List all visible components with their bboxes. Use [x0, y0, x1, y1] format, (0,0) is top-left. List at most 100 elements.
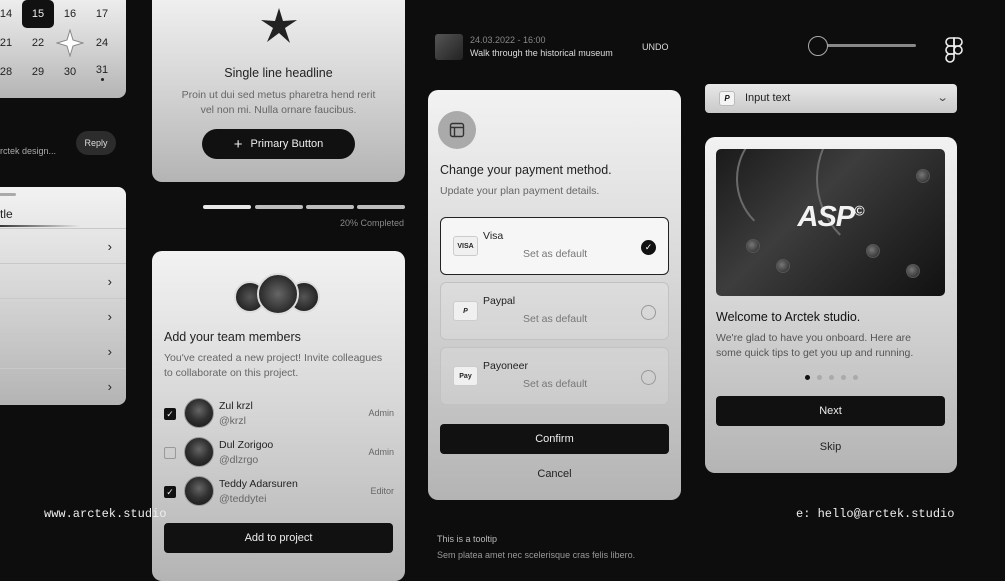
chevron-down-icon: ⌄ [936, 92, 949, 104]
cancel-button[interactable]: Cancel [440, 468, 669, 480]
primary-button[interactable]: + Primary Button [202, 129, 355, 159]
confirm-button[interactable]: Confirm [440, 424, 669, 454]
calendar-day[interactable]: 22 [22, 29, 54, 57]
page-dot-active[interactable] [805, 375, 810, 380]
chevron-right-icon: › [107, 378, 112, 394]
checkbox-checked[interactable]: ✓ [164, 486, 176, 498]
avatar [184, 437, 214, 467]
welcome-body-line: some quick tips to get you up and runnin… [716, 347, 914, 359]
calendar-day[interactable]: 31 [86, 58, 118, 86]
hero-image: ASP© [716, 149, 945, 296]
radio-unselected-icon[interactable] [641, 370, 656, 385]
toast-time: 24.03.2022 - 16:00 [470, 35, 546, 45]
undo-button[interactable]: UNDO [642, 42, 669, 52]
chevron-right-icon: › [107, 273, 112, 289]
calendar-day[interactable]: 16 [54, 0, 86, 28]
avatar [184, 476, 214, 506]
chevron-right-icon: › [107, 343, 112, 359]
paypal-logo-icon: P [453, 301, 478, 321]
calendar-day[interactable]: 21 [0, 29, 22, 57]
member-row[interactable]: Dul Zorigoo @dlzrgo Admin [164, 437, 394, 469]
progress-segment [203, 205, 251, 209]
knob-decor [866, 244, 880, 258]
checkbox-unchecked[interactable] [164, 447, 176, 459]
member-row[interactable]: ✓ Teddy Adarsuren @teddytei Editor [164, 476, 394, 508]
reply-button[interactable]: Reply [76, 131, 116, 155]
member-handle: @teddytei [219, 493, 267, 505]
slider-track[interactable] [818, 44, 916, 47]
list-item[interactable]: › [0, 298, 126, 333]
knob-decor [746, 239, 760, 253]
radio-selected-icon[interactable]: ✓ [641, 240, 656, 255]
progress-segment [255, 205, 303, 209]
page-dot[interactable] [829, 375, 834, 380]
calendar-day[interactable]: 17 [86, 0, 118, 28]
knob-decor [916, 169, 930, 183]
headline-card: Single line headline Proin ut dui sed me… [152, 0, 405, 182]
team-title: Add your team members [164, 330, 301, 344]
message-preview: rctek design... [0, 146, 57, 156]
list-handle [0, 193, 16, 196]
list-title-underline [0, 225, 80, 227]
input-select[interactable]: P Input text ⌄ [705, 84, 957, 113]
skip-button[interactable]: Skip [716, 441, 945, 453]
calendar-day[interactable]: 28 [0, 58, 22, 86]
calendar-day[interactable]: 14 [0, 0, 22, 28]
checkbox-checked[interactable]: ✓ [164, 408, 176, 420]
chevron-right-icon: › [107, 308, 112, 324]
paypal-icon: P [719, 91, 735, 106]
member-name: Dul Zorigoo [219, 439, 274, 451]
input-value: Input text [745, 92, 791, 104]
calendar-day[interactable]: 29 [22, 58, 54, 86]
avatar-group [234, 273, 324, 317]
cursor-star-icon [54, 29, 86, 57]
payment-title: Change your payment method. [440, 163, 612, 177]
progress-segment [306, 205, 354, 209]
list-item[interactable]: › [0, 333, 126, 368]
card-body-line: Proin ut dui sed metus pharetra hend rer… [181, 89, 376, 101]
card-headline: Single line headline [224, 66, 333, 80]
chevron-right-icon: › [107, 238, 112, 254]
member-role: Admin [368, 447, 394, 457]
radio-unselected-icon[interactable] [641, 305, 656, 320]
option-name: Paypal [483, 295, 516, 307]
option-sub: Set as default [523, 248, 588, 260]
hero-logo-mark: © [854, 202, 864, 219]
page-dot[interactable] [853, 375, 858, 380]
card-body-line: vel non mi. Nulla ornare faucibus. [200, 104, 357, 116]
page-dot[interactable] [841, 375, 846, 380]
page-dot[interactable] [817, 375, 822, 380]
progress-label: 20% Completed [339, 218, 404, 228]
list-item[interactable]: › [0, 228, 126, 263]
calendar-week: 21 22 24 [0, 29, 118, 57]
knob-decor [776, 259, 790, 273]
apple-pay-logo-icon: Pay [453, 366, 478, 386]
calendar-day[interactable]: 24 [86, 29, 118, 57]
member-handle: @krzl [219, 415, 246, 427]
team-card: Add your team members You've created a n… [152, 251, 405, 581]
avatar [184, 398, 214, 428]
calendar-week: 14 15 16 17 [0, 0, 118, 28]
payment-option-paypal[interactable]: P Paypal Set as default [440, 282, 669, 340]
list-item[interactable]: › [0, 263, 126, 298]
calendar-widget: 14 15 16 17 21 22 24 28 29 30 31 [0, 0, 126, 98]
hero-logo-main: ASP [797, 201, 856, 233]
website-link[interactable]: www.arctek.studio [44, 507, 166, 521]
calendar-week: 28 29 30 31 [0, 58, 118, 86]
list-item[interactable]: › [0, 368, 126, 403]
payment-option-payoneer[interactable]: Pay Payoneer Set as default [440, 347, 669, 405]
member-row[interactable]: ✓ Zul krzl @krzl Admin [164, 398, 394, 430]
tooltip-title: This is a tooltip [437, 534, 498, 544]
visa-logo-icon: VISA [453, 236, 478, 256]
calendar-day-selected[interactable]: 15 [22, 0, 54, 28]
next-button[interactable]: Next [716, 396, 945, 426]
calendar-day[interactable]: 30 [54, 58, 86, 86]
list-title: tle [0, 207, 13, 221]
payment-card: Change your payment method. Update your … [428, 90, 681, 500]
email-link[interactable]: e: hello@arctek.studio [796, 507, 954, 521]
payment-subtitle: Update your plan payment details. [440, 185, 600, 197]
star-logo-icon [259, 6, 299, 51]
slider-handle[interactable] [808, 36, 828, 56]
payment-option-visa[interactable]: VISA Visa Set as default ✓ [440, 217, 669, 275]
add-to-project-button[interactable]: Add to project [164, 523, 393, 553]
